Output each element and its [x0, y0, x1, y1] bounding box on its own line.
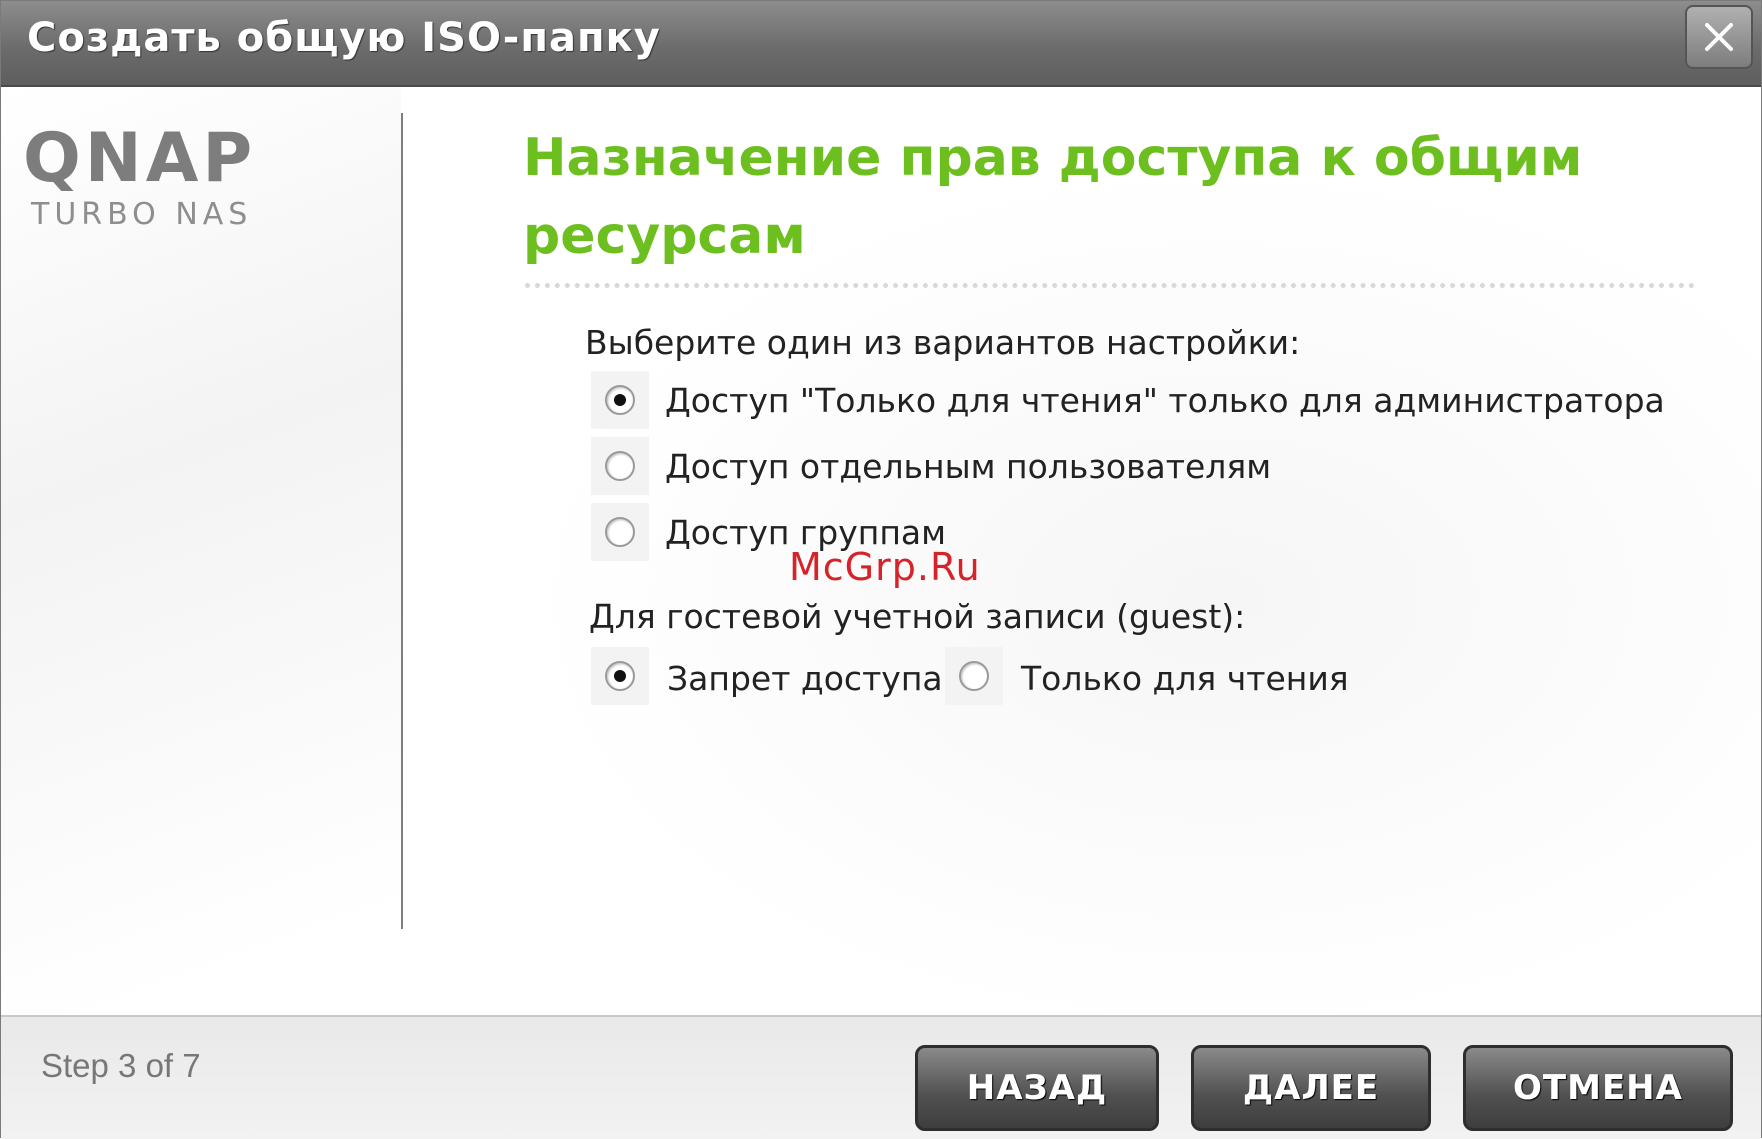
- guest-account-label: Для гостевой учетной записи (guest):: [589, 597, 1246, 636]
- watermark: McGrp.Ru: [789, 545, 981, 589]
- radio-guest-readonly[interactable]: [945, 647, 1003, 705]
- radio-button[interactable]: [605, 517, 635, 547]
- close-button[interactable]: [1685, 5, 1753, 69]
- step-indicator: Step 3 of 7: [41, 1047, 201, 1084]
- radio-guest-deny[interactable]: [591, 647, 649, 705]
- guest-readonly-label[interactable]: Только для чтения: [1021, 659, 1349, 698]
- page-heading: Назначение прав доступа к общим ресурсам: [523, 128, 1583, 266]
- qnap-logo: QNAP: [23, 119, 315, 198]
- guest-deny-label[interactable]: Запрет доступа: [667, 659, 943, 698]
- create-iso-share-dialog: Создать общую ISO-папку QNAP TURBO NAS Н…: [0, 0, 1762, 1139]
- option-admin-readonly-label[interactable]: Доступ "Только для чтения" только для ад…: [665, 381, 1665, 420]
- radio-button[interactable]: [605, 385, 635, 415]
- next-button[interactable]: ДАЛЕЕ: [1191, 1045, 1431, 1131]
- close-icon: [1705, 23, 1733, 51]
- dialog-titlebar: Создать общую ISO-папку: [1, 1, 1761, 87]
- radio-button[interactable]: [959, 661, 989, 691]
- back-button[interactable]: НАЗАД: [915, 1045, 1159, 1131]
- cancel-button[interactable]: ОТМЕНА: [1463, 1045, 1733, 1131]
- logo-subtitle: TURBO NAS: [31, 197, 253, 232]
- heading-divider: [525, 283, 1695, 288]
- radio-button[interactable]: [605, 661, 635, 691]
- radio-button[interactable]: [605, 451, 635, 481]
- qnap-logo-text: QNAP: [23, 125, 256, 191]
- dialog-title: Создать общую ISO-папку: [27, 15, 661, 61]
- select-option-label: Выберите один из вариантов настройки:: [585, 323, 1301, 362]
- option-individual-users-label[interactable]: Доступ отдельным пользователям: [665, 447, 1271, 486]
- radio-individual-users[interactable]: [591, 437, 649, 495]
- radio-groups[interactable]: [591, 503, 649, 561]
- radio-admin-readonly[interactable]: [591, 371, 649, 429]
